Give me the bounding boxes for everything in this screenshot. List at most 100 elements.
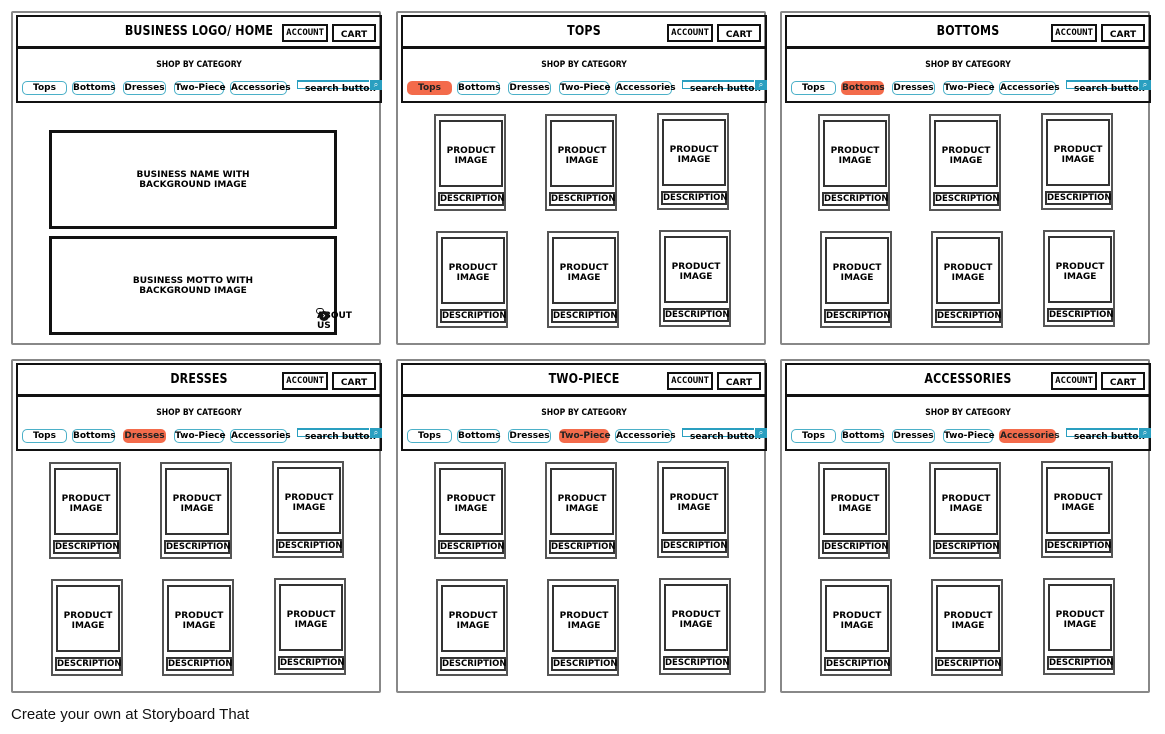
account-button[interactable]: ACCOUNT	[667, 24, 713, 42]
product-card[interactable]: PRODUCT IMAGE DESCRIPTION	[818, 114, 890, 211]
category-accessories[interactable]: Accessories	[230, 81, 291, 95]
category-dresses[interactable]: Dresses	[508, 429, 551, 443]
product-description[interactable]: DESCRIPTION	[933, 540, 999, 554]
product-description[interactable]: DESCRIPTION	[663, 308, 729, 322]
category-two-piece[interactable]: Two-Piece	[559, 429, 611, 443]
search-icon[interactable]: ⌕	[1139, 428, 1151, 438]
product-card[interactable]: PRODUCT IMAGE DESCRIPTION	[820, 579, 892, 676]
product-description[interactable]: DESCRIPTION	[551, 657, 617, 671]
category-bottoms[interactable]: Bottoms	[457, 429, 501, 443]
category-dresses[interactable]: Dresses	[508, 81, 551, 95]
account-button[interactable]: ACCOUNT	[282, 24, 328, 42]
category-tops[interactable]: Tops	[791, 81, 836, 95]
category-bottoms[interactable]: Bottoms	[841, 81, 885, 95]
product-image[interactable]: PRODUCT IMAGE	[54, 468, 118, 535]
cart-button[interactable]: CART	[332, 372, 376, 390]
account-button[interactable]: ACCOUNT	[667, 372, 713, 390]
account-button[interactable]: ACCOUNT	[1051, 372, 1097, 390]
product-description[interactable]: DESCRIPTION	[1045, 191, 1111, 205]
product-card[interactable]: PRODUCT IMAGE DESCRIPTION	[929, 114, 1001, 211]
product-card[interactable]: PRODUCT IMAGE DESCRIPTION	[547, 579, 619, 676]
product-card[interactable]: PRODUCT IMAGE DESCRIPTION	[436, 579, 508, 676]
product-image[interactable]: PRODUCT IMAGE	[441, 237, 505, 304]
product-description[interactable]: DESCRIPTION	[278, 656, 344, 670]
product-image[interactable]: PRODUCT IMAGE	[439, 120, 503, 187]
product-card[interactable]: PRODUCT IMAGE DESCRIPTION	[545, 114, 617, 211]
product-description[interactable]: DESCRIPTION	[661, 539, 727, 553]
product-image[interactable]: PRODUCT IMAGE	[550, 468, 614, 535]
product-description[interactable]: DESCRIPTION	[1045, 539, 1111, 553]
product-image[interactable]: PRODUCT IMAGE	[936, 237, 1000, 304]
product-image[interactable]: PRODUCT IMAGE	[934, 120, 998, 187]
cart-button[interactable]: CART	[1101, 24, 1145, 42]
product-image[interactable]: PRODUCT IMAGE	[825, 585, 889, 652]
product-description[interactable]: DESCRIPTION	[549, 540, 615, 554]
category-dresses[interactable]: Dresses	[892, 81, 935, 95]
product-card[interactable]: PRODUCT IMAGE DESCRIPTION	[1043, 230, 1115, 327]
product-card[interactable]: PRODUCT IMAGE DESCRIPTION	[657, 461, 729, 558]
product-image[interactable]: PRODUCT IMAGE	[279, 584, 343, 651]
category-tops[interactable]: Tops	[22, 81, 67, 95]
category-two-piece[interactable]: Two-Piece	[559, 81, 611, 95]
product-image[interactable]: PRODUCT IMAGE	[550, 120, 614, 187]
category-accessories[interactable]: Accessories	[230, 429, 291, 443]
cart-button[interactable]: CART	[717, 372, 761, 390]
search-icon[interactable]: ⌕	[370, 80, 382, 90]
category-two-piece[interactable]: Two-Piece	[174, 429, 226, 443]
product-image[interactable]: PRODUCT IMAGE	[277, 467, 341, 534]
product-card[interactable]: PRODUCT IMAGE DESCRIPTION	[272, 461, 344, 558]
account-button[interactable]: ACCOUNT	[1051, 24, 1097, 42]
product-card[interactable]: PRODUCT IMAGE DESCRIPTION	[931, 579, 1003, 676]
category-two-piece[interactable]: Two-Piece	[943, 81, 995, 95]
product-description[interactable]: DESCRIPTION	[276, 539, 342, 553]
product-image[interactable]: PRODUCT IMAGE	[167, 585, 231, 652]
product-description[interactable]: DESCRIPTION	[164, 540, 230, 554]
product-description[interactable]: DESCRIPTION	[166, 657, 232, 671]
product-description[interactable]: DESCRIPTION	[935, 309, 1001, 323]
account-button[interactable]: ACCOUNT	[282, 372, 328, 390]
product-description[interactable]: DESCRIPTION	[933, 192, 999, 206]
about-us-button[interactable]: ABOUT US ›	[316, 308, 352, 331]
product-card[interactable]: PRODUCT IMAGE DESCRIPTION	[547, 231, 619, 328]
category-bottoms[interactable]: Bottoms	[457, 81, 501, 95]
product-card[interactable]: PRODUCT IMAGE DESCRIPTION	[1041, 113, 1113, 210]
product-description[interactable]: DESCRIPTION	[661, 191, 727, 205]
product-card[interactable]: PRODUCT IMAGE DESCRIPTION	[274, 578, 346, 675]
category-dresses[interactable]: Dresses	[123, 81, 166, 95]
product-description[interactable]: DESCRIPTION	[440, 309, 506, 323]
product-image[interactable]: PRODUCT IMAGE	[552, 237, 616, 304]
search-icon[interactable]: ⌕	[755, 428, 767, 438]
product-card[interactable]: PRODUCT IMAGE DESCRIPTION	[162, 579, 234, 676]
category-tops[interactable]: Tops	[407, 429, 452, 443]
product-image[interactable]: PRODUCT IMAGE	[1048, 584, 1112, 651]
product-image[interactable]: PRODUCT IMAGE	[823, 120, 887, 187]
product-description[interactable]: DESCRIPTION	[824, 309, 890, 323]
product-card[interactable]: PRODUCT IMAGE DESCRIPTION	[659, 230, 731, 327]
search-icon[interactable]: ⌕	[755, 80, 767, 90]
product-card[interactable]: PRODUCT IMAGE DESCRIPTION	[545, 462, 617, 559]
category-accessories[interactable]: Accessories	[999, 81, 1060, 95]
product-image[interactable]: PRODUCT IMAGE	[1048, 236, 1112, 303]
category-accessories[interactable]: Accessories	[615, 81, 676, 95]
product-image[interactable]: PRODUCT IMAGE	[664, 236, 728, 303]
cart-button[interactable]: CART	[332, 24, 376, 42]
product-card[interactable]: PRODUCT IMAGE DESCRIPTION	[929, 462, 1001, 559]
category-accessories[interactable]: Accessories	[615, 429, 676, 443]
product-description[interactable]: DESCRIPTION	[551, 309, 617, 323]
product-card[interactable]: PRODUCT IMAGE DESCRIPTION	[434, 462, 506, 559]
product-card[interactable]: PRODUCT IMAGE DESCRIPTION	[1041, 461, 1113, 558]
product-description[interactable]: DESCRIPTION	[1047, 308, 1113, 322]
product-card[interactable]: PRODUCT IMAGE DESCRIPTION	[931, 231, 1003, 328]
product-card[interactable]: PRODUCT IMAGE DESCRIPTION	[434, 114, 506, 211]
product-description[interactable]: DESCRIPTION	[438, 192, 504, 206]
product-image[interactable]: PRODUCT IMAGE	[662, 119, 726, 186]
product-image[interactable]: PRODUCT IMAGE	[936, 585, 1000, 652]
product-card[interactable]: PRODUCT IMAGE DESCRIPTION	[820, 231, 892, 328]
category-accessories[interactable]: Accessories	[999, 429, 1060, 443]
search-icon[interactable]: ⌕	[1139, 80, 1151, 90]
product-description[interactable]: DESCRIPTION	[822, 192, 888, 206]
product-image[interactable]: PRODUCT IMAGE	[934, 468, 998, 535]
product-image[interactable]: PRODUCT IMAGE	[165, 468, 229, 535]
search-label[interactable]: search button	[690, 432, 761, 442]
product-description[interactable]: DESCRIPTION	[663, 656, 729, 670]
